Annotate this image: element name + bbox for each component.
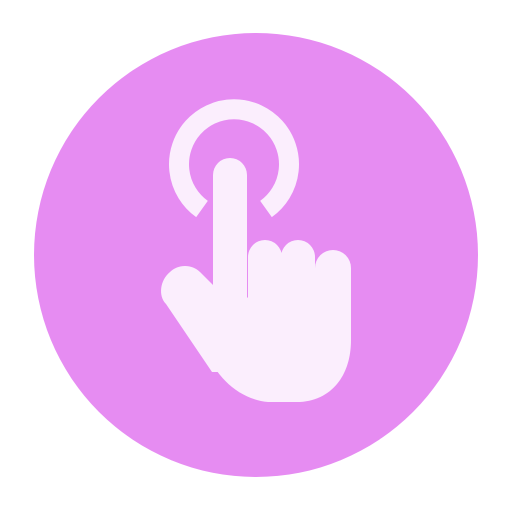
tap-icon-canvas <box>0 0 512 512</box>
palm <box>213 290 351 402</box>
tap-gesture-icon <box>161 99 351 402</box>
